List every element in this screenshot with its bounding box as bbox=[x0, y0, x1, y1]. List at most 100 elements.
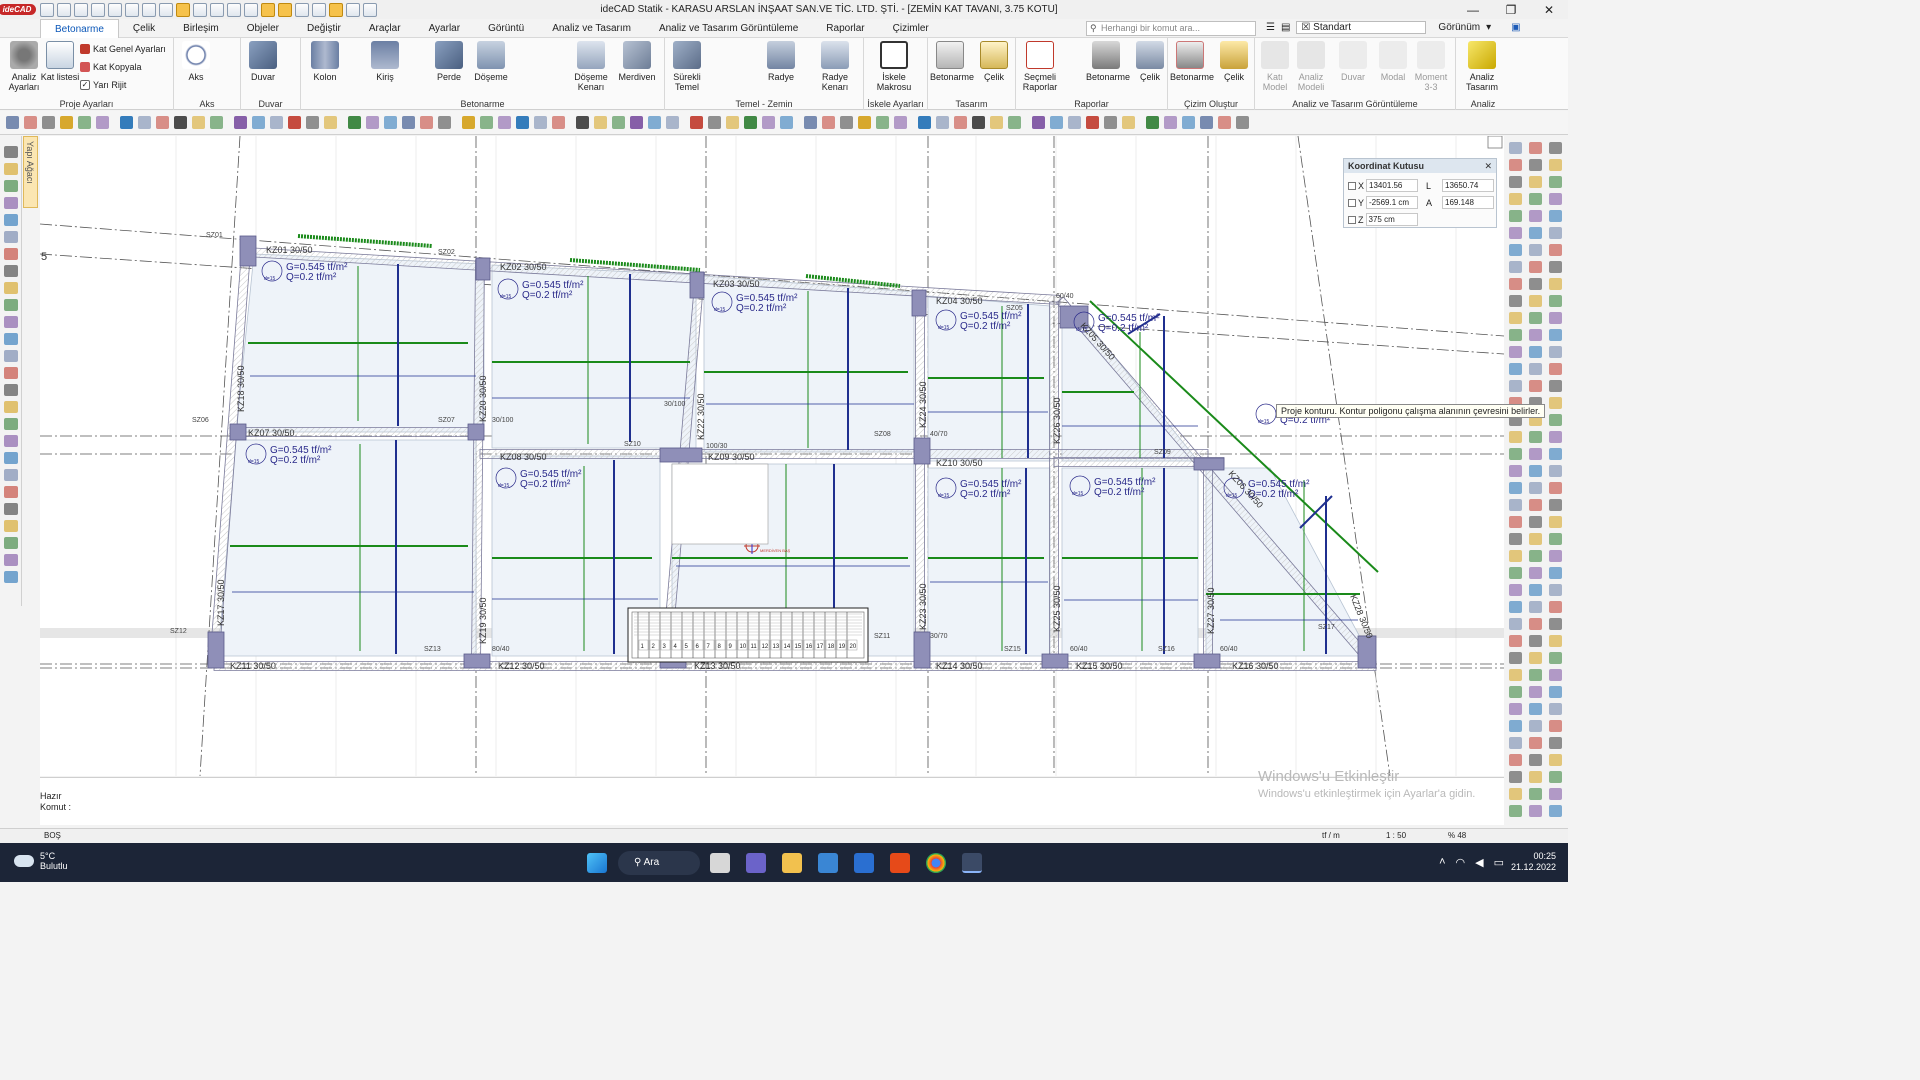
close-icon[interactable]: ✕ bbox=[1484, 159, 1492, 173]
draw-tool-icon[interactable] bbox=[666, 116, 679, 129]
draw-tool-icon[interactable] bbox=[630, 116, 643, 129]
rapor-betonarme-button[interactable]: Betonarme bbox=[1086, 41, 1130, 82]
object-tool-icon[interactable] bbox=[1509, 278, 1522, 290]
drawing-canvas[interactable]: 5 d=15 G=0.545 tf/m² Q=0.2 tf/m² d=15 G=0.545… bbox=[40, 136, 1504, 776]
moment-button[interactable]: Moment 3-3 bbox=[1411, 41, 1451, 92]
object-tool-icon[interactable] bbox=[1549, 601, 1562, 613]
status-scale[interactable]: 1 : 50 bbox=[1386, 831, 1406, 840]
volume-icon[interactable]: ◀ bbox=[1475, 856, 1483, 869]
draw-tool-icon[interactable] bbox=[1146, 116, 1159, 129]
object-tool-icon[interactable] bbox=[1509, 261, 1522, 273]
object-tool-icon[interactable] bbox=[1509, 380, 1522, 392]
side-tool-icon[interactable] bbox=[4, 418, 18, 430]
object-tool-icon[interactable] bbox=[1529, 771, 1542, 783]
side-tool-icon[interactable] bbox=[4, 537, 18, 549]
save-as-icon[interactable] bbox=[108, 2, 122, 17]
side-tool-icon[interactable] bbox=[4, 554, 18, 566]
weather-widget[interactable]: 5°C Bulutlu bbox=[14, 851, 68, 871]
object-tool-icon[interactable] bbox=[1509, 703, 1522, 715]
object-tool-icon[interactable] bbox=[1549, 227, 1562, 239]
polar-icon[interactable] bbox=[295, 2, 309, 17]
object-tool-icon[interactable] bbox=[1549, 210, 1562, 222]
draw-tool-icon[interactable] bbox=[288, 116, 301, 129]
object-tool-icon[interactable] bbox=[1529, 754, 1542, 766]
object-tool-icon[interactable] bbox=[1529, 244, 1542, 256]
draw-tool-icon[interactable] bbox=[438, 116, 451, 129]
analiz-modeli-button[interactable]: Analiz Modeli bbox=[1291, 41, 1331, 92]
object-tool-icon[interactable] bbox=[1549, 244, 1562, 256]
object-tool-icon[interactable] bbox=[1509, 346, 1522, 358]
snap-icon[interactable] bbox=[210, 2, 224, 17]
object-tool-icon[interactable] bbox=[1509, 244, 1522, 256]
side-tool-icon[interactable] bbox=[4, 435, 18, 447]
object-tool-icon[interactable] bbox=[1549, 533, 1562, 545]
object-tool-icon[interactable] bbox=[1529, 210, 1542, 222]
draw-tool-icon[interactable] bbox=[60, 116, 73, 129]
coord-x-field[interactable]: 13401.56 cm bbox=[1366, 179, 1419, 192]
draw-tool-icon[interactable] bbox=[594, 116, 607, 129]
draw-tool-icon[interactable] bbox=[576, 116, 589, 129]
object-tool-icon[interactable] bbox=[1549, 550, 1562, 562]
modal-button[interactable]: Modal bbox=[1373, 41, 1413, 82]
coord-z-field[interactable]: 375 cm bbox=[1365, 213, 1418, 226]
object-tool-icon[interactable] bbox=[1509, 431, 1522, 443]
draw-tool-icon[interactable] bbox=[648, 116, 661, 129]
draw-tool-icon[interactable] bbox=[534, 116, 547, 129]
object-tool-icon[interactable] bbox=[1509, 499, 1522, 511]
open-folder-icon[interactable] bbox=[74, 2, 88, 17]
duvar-button[interactable]: Duvar bbox=[243, 41, 283, 82]
draw-tool-icon[interactable] bbox=[156, 116, 169, 129]
tasarim-betonarme-button[interactable]: Betonarme bbox=[930, 41, 974, 82]
object-tool-icon[interactable] bbox=[1509, 312, 1522, 324]
object-tool-icon[interactable] bbox=[1549, 516, 1562, 528]
command-search-input[interactable]: ⚲ Herhangi bir komut ara... bbox=[1086, 21, 1256, 36]
draw-tool-icon[interactable] bbox=[1200, 116, 1213, 129]
draw-tool-icon[interactable] bbox=[138, 116, 151, 129]
tab-analiz-goruntuleme[interactable]: Analiz ve Tasarım Görüntüleme bbox=[645, 19, 812, 38]
object-tool-icon[interactable] bbox=[1509, 601, 1522, 613]
office-icon[interactable] bbox=[890, 853, 910, 873]
object-tool-icon[interactable] bbox=[1509, 295, 1522, 307]
object-tool-icon[interactable] bbox=[1549, 380, 1562, 392]
draw-tool-icon[interactable] bbox=[822, 116, 835, 129]
object-tool-icon[interactable] bbox=[1549, 567, 1562, 579]
home-icon[interactable] bbox=[40, 2, 54, 17]
doseme-button[interactable]: Döşeme bbox=[471, 41, 511, 82]
object-tool-icon[interactable] bbox=[1509, 159, 1522, 171]
object-tool-icon[interactable] bbox=[1509, 754, 1522, 766]
coord-l-field[interactable]: 13650.74 cm bbox=[1442, 179, 1494, 192]
draw-tool-icon[interactable] bbox=[270, 116, 283, 129]
select-icon[interactable] bbox=[193, 2, 207, 17]
side-tool-icon[interactable] bbox=[4, 146, 18, 158]
layer-icon[interactable] bbox=[176, 2, 190, 17]
object-tool-icon[interactable] bbox=[1529, 686, 1542, 698]
object-tool-icon[interactable] bbox=[1529, 788, 1542, 800]
chrome-icon[interactable] bbox=[926, 853, 946, 873]
object-tool-icon[interactable] bbox=[1529, 516, 1542, 528]
object-tool-icon[interactable] bbox=[1529, 601, 1542, 613]
side-tool-icon[interactable] bbox=[4, 197, 18, 209]
object-tool-icon[interactable] bbox=[1529, 176, 1542, 188]
object-tool-icon[interactable] bbox=[1529, 159, 1542, 171]
draw-tool-icon[interactable] bbox=[972, 116, 985, 129]
draw-tool-icon[interactable] bbox=[234, 116, 247, 129]
style-select[interactable]: ☒ Standart bbox=[1296, 21, 1427, 34]
object-tool-icon[interactable] bbox=[1549, 159, 1562, 171]
command-prompt[interactable]: Komut : bbox=[40, 802, 71, 812]
side-tool-icon[interactable] bbox=[4, 180, 18, 192]
side-tool-icon[interactable] bbox=[4, 452, 18, 464]
object-tool-icon[interactable] bbox=[1529, 431, 1542, 443]
side-tool-icon[interactable] bbox=[4, 503, 18, 515]
side-tool-icon[interactable] bbox=[4, 248, 18, 260]
minimize-button[interactable]: — bbox=[1454, 0, 1492, 19]
radye-button[interactable]: Radye bbox=[761, 41, 801, 82]
measure-icon[interactable] bbox=[312, 2, 326, 17]
ortho-icon[interactable] bbox=[227, 2, 241, 17]
side-tool-icon[interactable] bbox=[4, 367, 18, 379]
grid-icon[interactable] bbox=[244, 2, 258, 17]
side-tool-icon[interactable] bbox=[4, 401, 18, 413]
object-tool-icon[interactable] bbox=[1529, 652, 1542, 664]
object-tool-icon[interactable] bbox=[1549, 431, 1562, 443]
tab-cizimler[interactable]: Çizimler bbox=[879, 19, 943, 38]
object-tool-icon[interactable] bbox=[1549, 465, 1562, 477]
